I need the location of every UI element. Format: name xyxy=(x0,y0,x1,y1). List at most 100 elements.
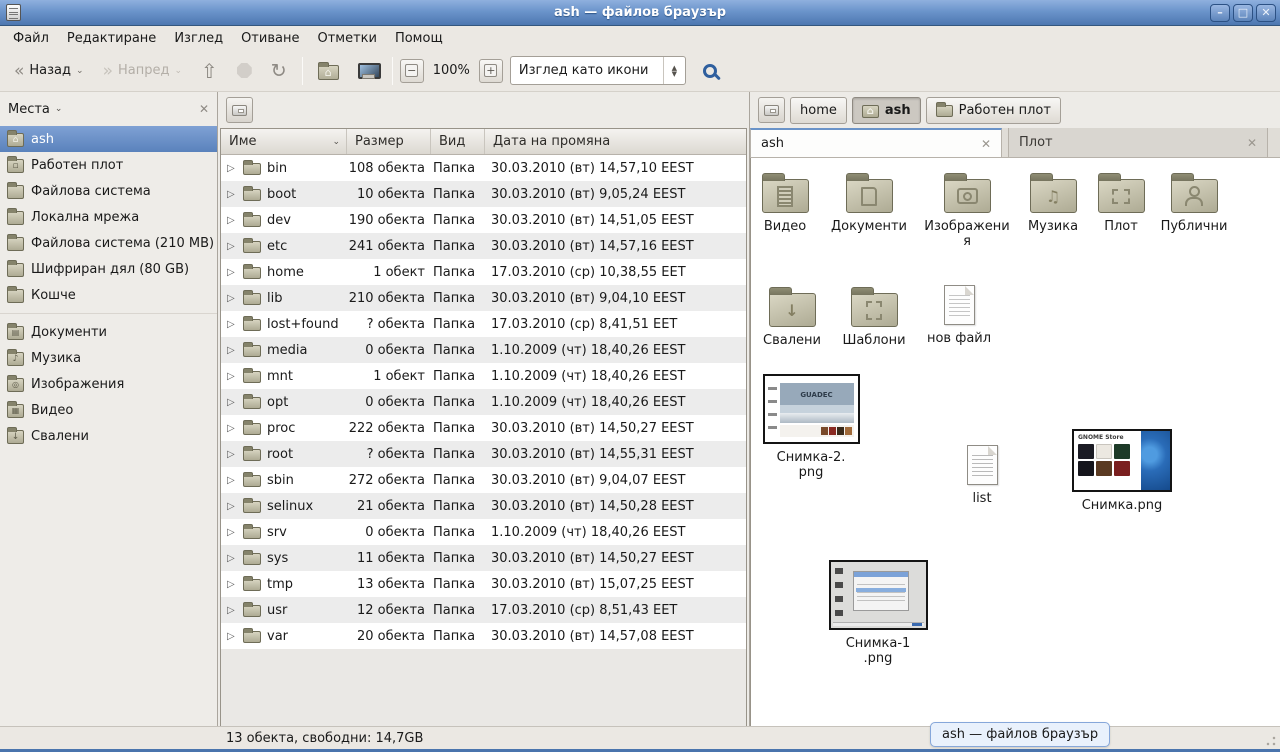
zoom-in-button[interactable]: + xyxy=(479,59,503,83)
expander-icon[interactable]: ▷ xyxy=(227,527,237,538)
table-row[interactable]: ▷ lost+found ? обекта Папка 17.03.2010 (… xyxy=(221,311,746,337)
expander-icon[interactable]: ▷ xyxy=(227,397,237,408)
maximize-button[interactable]: □ xyxy=(1233,4,1253,22)
forward-button[interactable]: » Напред ⌄ xyxy=(95,58,190,83)
table-row[interactable]: ▷ selinux 21 обекта Папка 30.03.2010 (вт… xyxy=(221,493,746,519)
root-location-button[interactable] xyxy=(226,97,253,123)
menu-view[interactable]: Изглед xyxy=(165,28,232,49)
table-row[interactable]: ▷ lib 210 обекта Папка 30.03.2010 (вт) 9… xyxy=(221,285,746,311)
sidebar-item[interactable]: ash xyxy=(0,126,217,152)
sidebar-close-icon[interactable]: ✕ xyxy=(199,102,209,116)
close-button[interactable]: ✕ xyxy=(1256,4,1276,22)
column-header-size[interactable]: Размер xyxy=(347,129,431,154)
file-snimka-2[interactable]: GUADEC Снимка-2.png xyxy=(775,374,847,481)
computer-button[interactable] xyxy=(350,58,385,84)
folder-video[interactable]: Видео xyxy=(750,172,823,234)
table-row[interactable]: ▷ etc 241 обекта Папка 30.03.2010 (вт) 1… xyxy=(221,233,746,259)
root-location-button[interactable] xyxy=(758,97,785,123)
expander-icon[interactable]: ▷ xyxy=(227,267,237,278)
sidebar-item[interactable]: Файлова система xyxy=(0,178,217,204)
folder-desktop[interactable]: Плот xyxy=(1091,172,1151,234)
file-snimka-1[interactable]: Снимка-1.png xyxy=(844,560,912,667)
table-row[interactable]: ▷ opt 0 обекта Папка 1.10.2009 (чт) 18,4… xyxy=(221,389,746,415)
tab-close-icon[interactable]: ✕ xyxy=(981,137,991,151)
file-new-file[interactable]: нов файл xyxy=(922,282,996,346)
sidebar-title[interactable]: Места xyxy=(8,102,50,117)
reload-button[interactable]: ↻ xyxy=(263,59,295,83)
titlebar[interactable]: ash — файлов браузър – □ ✕ xyxy=(0,0,1280,26)
sidebar-item[interactable]: Локална мрежа xyxy=(0,204,217,230)
folder-downloads[interactable]: Свалени xyxy=(753,286,831,348)
home-button[interactable] xyxy=(310,57,347,85)
sidebar-item[interactable]: Кошче xyxy=(0,282,217,308)
folder-documents[interactable]: Документи xyxy=(821,172,917,234)
table-row[interactable]: ▷ srv 0 обекта Папка 1.10.2009 (чт) 18,4… xyxy=(221,519,746,545)
table-row[interactable]: ▷ home 1 обект Папка 17.03.2010 (ср) 10,… xyxy=(221,259,746,285)
expander-icon[interactable]: ▷ xyxy=(227,345,237,356)
zoom-out-button[interactable]: − xyxy=(400,59,424,83)
sidebar-pane-chevron-icon[interactable]: ⌄ xyxy=(55,104,63,114)
menu-go[interactable]: Отиване xyxy=(232,28,308,49)
folder-public[interactable]: Публични xyxy=(1151,172,1237,234)
expander-icon[interactable]: ▷ xyxy=(227,163,237,174)
expander-icon[interactable]: ▷ xyxy=(227,371,237,382)
table-row[interactable]: ▷ var 20 обекта Папка 30.03.2010 (вт) 14… xyxy=(221,623,746,649)
column-header-date[interactable]: Дата на промяна xyxy=(485,129,746,154)
sidebar-item[interactable]: Свалени xyxy=(0,423,217,449)
sidebar-item[interactable]: Документи xyxy=(0,319,217,345)
sidebar-item[interactable]: Музика xyxy=(0,345,217,371)
view-mode-select[interactable]: Изглед като икони ▲▼ xyxy=(510,56,686,85)
expander-icon[interactable]: ▷ xyxy=(227,631,237,642)
table-row[interactable]: ▷ sys 11 обекта Папка 30.03.2010 (вт) 14… xyxy=(221,545,746,571)
stop-button[interactable] xyxy=(229,58,260,83)
sidebar-item[interactable]: Файлова система (210 MB) xyxy=(0,230,217,256)
expander-icon[interactable]: ▷ xyxy=(227,475,237,486)
menu-file[interactable]: Файл xyxy=(4,28,58,49)
expander-icon[interactable]: ▷ xyxy=(227,189,237,200)
expander-icon[interactable]: ▷ xyxy=(227,215,237,226)
back-button[interactable]: « Назад ⌄ xyxy=(6,58,92,83)
file-snimka[interactable]: GNOME Store Снимка.png xyxy=(1070,429,1174,513)
expander-icon[interactable]: ▷ xyxy=(227,501,237,512)
tab-desktop[interactable]: Плот ✕ xyxy=(1008,128,1268,157)
menu-help[interactable]: Помощ xyxy=(386,28,452,49)
path-button-desktop[interactable]: Работен плот xyxy=(926,97,1061,124)
folder-music[interactable]: Музика xyxy=(1015,172,1091,234)
table-row[interactable]: ▷ tmp 13 обекта Папка 30.03.2010 (вт) 15… xyxy=(221,571,746,597)
sidebar-item[interactable]: Видео xyxy=(0,397,217,423)
table-row[interactable]: ▷ media 0 обекта Папка 1.10.2009 (чт) 18… xyxy=(221,337,746,363)
expander-icon[interactable]: ▷ xyxy=(227,241,237,252)
expander-icon[interactable]: ▷ xyxy=(227,605,237,616)
path-button-ash[interactable]: ash xyxy=(852,97,921,124)
table-row[interactable]: ▷ sbin 272 обекта Папка 30.03.2010 (вт) … xyxy=(221,467,746,493)
table-row[interactable]: ▷ bin 108 обекта Папка 30.03.2010 (вт) 1… xyxy=(221,155,746,181)
menu-edit[interactable]: Редактиране xyxy=(58,28,165,49)
column-header-name[interactable]: Име ⌄ xyxy=(221,129,347,154)
sidebar-item[interactable]: Шифриран дял (80 GB) xyxy=(0,256,217,282)
tab-ash[interactable]: ash ✕ xyxy=(750,128,1002,157)
folder-images[interactable]: Изображения xyxy=(922,172,1012,250)
column-header-type[interactable]: Вид xyxy=(431,129,485,154)
file-list[interactable]: list xyxy=(952,442,1012,506)
expander-icon[interactable]: ▷ xyxy=(227,319,237,330)
expander-icon[interactable]: ▷ xyxy=(227,553,237,564)
icon-view[interactable]: Видео Документи Изображения Музика Плот xyxy=(750,158,1280,726)
table-row[interactable]: ▷ proc 222 обекта Папка 30.03.2010 (вт) … xyxy=(221,415,746,441)
expander-icon[interactable]: ▷ xyxy=(227,423,237,434)
expander-icon[interactable]: ▷ xyxy=(227,449,237,460)
table-row[interactable]: ▷ usr 12 обекта Папка 17.03.2010 (ср) 8,… xyxy=(221,597,746,623)
back-history-chevron-icon[interactable]: ⌄ xyxy=(76,66,84,76)
folder-templates[interactable]: Шаблони xyxy=(834,286,914,348)
sidebar-item[interactable]: Работен плот xyxy=(0,152,217,178)
expander-icon[interactable]: ▷ xyxy=(227,293,237,304)
search-button[interactable] xyxy=(695,56,725,86)
table-row[interactable]: ▷ mnt 1 обект Папка 1.10.2009 (чт) 18,40… xyxy=(221,363,746,389)
path-button-home[interactable]: home xyxy=(790,97,847,124)
table-row[interactable]: ▷ boot 10 обекта Папка 30.03.2010 (вт) 9… xyxy=(221,181,746,207)
table-row[interactable]: ▷ dev 190 обекта Папка 30.03.2010 (вт) 1… xyxy=(221,207,746,233)
tab-close-icon[interactable]: ✕ xyxy=(1247,136,1257,150)
spinner-arrows-icon[interactable]: ▲▼ xyxy=(663,57,685,84)
table-row[interactable]: ▷ root ? обекта Папка 30.03.2010 (вт) 14… xyxy=(221,441,746,467)
menu-bookmarks[interactable]: Отметки xyxy=(308,28,385,49)
expander-icon[interactable]: ▷ xyxy=(227,579,237,590)
